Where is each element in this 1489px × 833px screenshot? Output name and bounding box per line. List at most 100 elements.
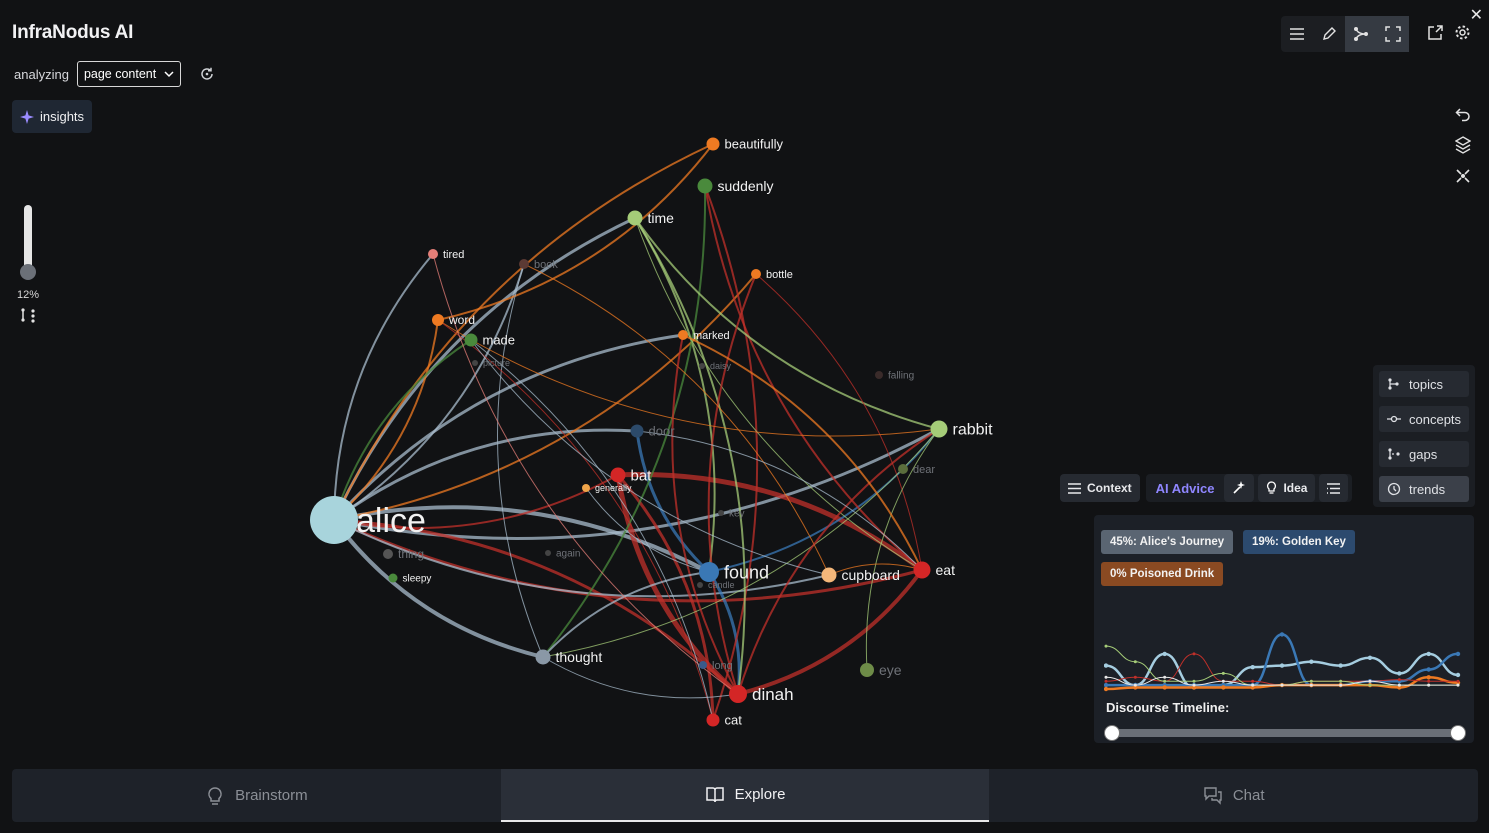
graph-node-thought[interactable]: thought (535, 649, 603, 665)
node-circle[interactable] (627, 210, 643, 226)
node-circle[interactable] (610, 467, 626, 483)
node-circle[interactable] (706, 713, 720, 727)
close-icon[interactable]: ✕ (1470, 5, 1483, 25)
node-circle[interactable] (751, 269, 761, 279)
topic-tag[interactable]: 45%: Alice's Journey (1101, 530, 1234, 554)
node-circle[interactable] (383, 549, 393, 559)
node-circle[interactable] (699, 562, 719, 582)
graph-node-book[interactable]: book (519, 259, 558, 271)
tab-label: Explore (734, 786, 786, 803)
node-circle[interactable] (630, 424, 644, 438)
node-circle[interactable] (699, 363, 705, 369)
tab-explore[interactable]: Explore (500, 769, 990, 822)
graph-node-picture[interactable]: picture (472, 358, 510, 368)
node-circle[interactable] (930, 420, 948, 438)
external-share-icon[interactable] (1427, 24, 1444, 41)
node-circle[interactable] (729, 685, 747, 703)
node-circle[interactable] (718, 510, 724, 516)
trend-point (1309, 683, 1313, 687)
graph-node-eat[interactable]: eat (913, 561, 956, 579)
node-circle[interactable] (535, 649, 551, 665)
graph-node-generally[interactable]: generally (582, 483, 632, 493)
node-label: thing (398, 547, 424, 561)
node-circle[interactable] (706, 137, 720, 151)
graph-node-bottle[interactable]: bottle (751, 269, 793, 281)
graph-node-tired[interactable]: tired (428, 249, 464, 261)
topic-tag[interactable]: 19%: Golden Key (1243, 530, 1355, 554)
node-circle[interactable] (464, 333, 478, 347)
trend-point (1162, 685, 1167, 690)
graph-node-thing[interactable]: thing (383, 547, 424, 561)
node-label: thought (556, 649, 603, 665)
node-circle[interactable] (388, 573, 398, 583)
layout-expand-icon[interactable] (1455, 168, 1471, 184)
node-circle[interactable] (875, 371, 883, 379)
timeline-start-handle[interactable] (1104, 725, 1120, 741)
node-circle[interactable] (472, 360, 478, 366)
graph-node-cat[interactable]: cat (706, 713, 743, 728)
graph-node-bat[interactable]: bat (610, 467, 653, 484)
graph-node-dinah[interactable]: dinah (729, 685, 794, 704)
layers-icon[interactable] (1455, 136, 1471, 154)
graph-view-button[interactable] (1345, 16, 1377, 52)
node-circle[interactable] (545, 550, 551, 556)
node-circle[interactable] (860, 663, 874, 677)
graph-node-dear[interactable]: dear (898, 464, 935, 476)
edit-button[interactable] (1313, 16, 1345, 52)
node-circle[interactable] (432, 314, 444, 326)
topic-tag[interactable]: 0% Poisoned Drink (1101, 562, 1224, 586)
timeline-end-handle[interactable] (1450, 725, 1466, 741)
node-circle[interactable] (699, 661, 707, 669)
graph-edge (333, 339, 472, 521)
tab-brainstorm[interactable]: Brainstorm (12, 769, 501, 822)
filter-label: gaps (1409, 446, 1438, 462)
node-circle[interactable] (821, 567, 837, 583)
filter-concepts-button[interactable]: concepts (1379, 406, 1469, 432)
idea-button[interactable]: Idea (1258, 474, 1316, 502)
filter-trends-button[interactable]: trends (1379, 476, 1469, 502)
node-circle[interactable] (428, 249, 438, 259)
context-button[interactable]: Context (1060, 474, 1140, 502)
menu-icon (1290, 28, 1304, 40)
node-circle[interactable] (310, 496, 358, 544)
trend-point (1251, 683, 1255, 687)
ai-magic-button[interactable] (1224, 474, 1255, 502)
menu-button[interactable] (1281, 16, 1313, 52)
graph-node-candle[interactable]: candle (697, 580, 735, 590)
node-circle[interactable] (697, 178, 713, 194)
graph-node-long[interactable]: long (699, 660, 733, 672)
graph-node-beautifully[interactable]: beautifully (706, 137, 784, 152)
gear-icon[interactable] (1454, 24, 1471, 41)
list-view-button[interactable] (1319, 474, 1349, 502)
magic-wand-icon (1233, 481, 1246, 494)
graph-node-made[interactable]: made (464, 333, 516, 348)
knowledge-graph[interactable]: alice beautifully suddenly time tired book bot… (0, 0, 1060, 760)
timeline-slider-track[interactable] (1110, 729, 1458, 737)
graph-node-cupboard[interactable]: cupboard (821, 567, 900, 583)
graph-node-eye[interactable]: eye (860, 662, 902, 678)
ai-advice-button[interactable]: AI Advice (1150, 481, 1221, 496)
graph-node-key[interactable]: key (718, 509, 745, 520)
graph-node-falling[interactable]: falling (875, 371, 914, 382)
graph-node-word[interactable]: word (432, 313, 475, 327)
node-circle[interactable] (697, 582, 703, 588)
node-circle[interactable] (898, 464, 908, 474)
node-circle[interactable] (678, 330, 688, 340)
graph-node-time[interactable]: time (627, 210, 675, 226)
tab-chat[interactable]: Chat (989, 769, 1478, 822)
graph-node-rabbit[interactable]: rabbit (930, 420, 994, 439)
undo-icon[interactable] (1455, 106, 1471, 122)
node-circle[interactable] (582, 484, 590, 492)
graph-node-again[interactable]: again (545, 549, 580, 560)
graph-node-door[interactable]: door (630, 424, 676, 439)
trends-icon (1387, 482, 1401, 496)
graph-node-alice[interactable]: alice (310, 496, 426, 544)
filter-topics-button[interactable]: topics (1379, 371, 1469, 397)
graph-node-daisy[interactable]: daisy (699, 361, 732, 371)
node-circle[interactable] (913, 561, 931, 579)
graph-node-marked[interactable]: marked (678, 330, 730, 342)
filter-gaps-button[interactable]: gaps (1379, 441, 1469, 467)
fullscreen-button[interactable] (1377, 16, 1409, 52)
node-circle[interactable] (519, 259, 529, 269)
graph-node-suddenly[interactable]: suddenly (697, 178, 774, 194)
